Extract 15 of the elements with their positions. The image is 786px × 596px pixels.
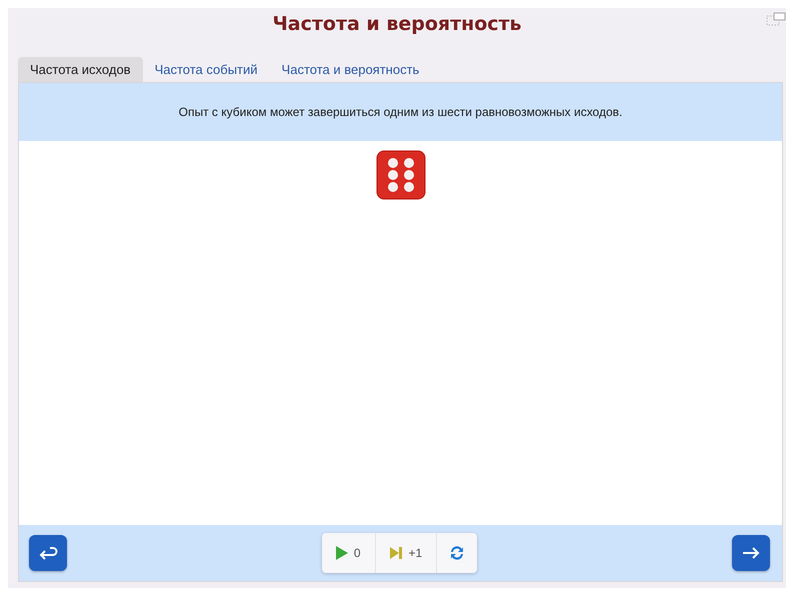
refresh-icon [449,545,466,561]
tab[interactable]: Частота исходов [18,57,143,82]
page-title: Частота и вероятность [272,13,522,35]
play-icon [336,546,348,560]
next-button[interactable] [732,535,770,571]
right-arrow-icon [742,547,760,559]
back-button[interactable] [29,535,67,571]
tab[interactable]: Частота событий [142,57,270,82]
return-arrow-icon [38,546,58,560]
step-icon [390,547,402,559]
tab[interactable]: Частота и вероятность [270,57,432,82]
play-button[interactable]: 0 [322,533,376,573]
info-text: Опыт с кубиком может завершиться одним из шести равновозможных исходов. [178,105,622,119]
die-icon [376,150,426,200]
step-button[interactable]: +1 [376,533,438,573]
